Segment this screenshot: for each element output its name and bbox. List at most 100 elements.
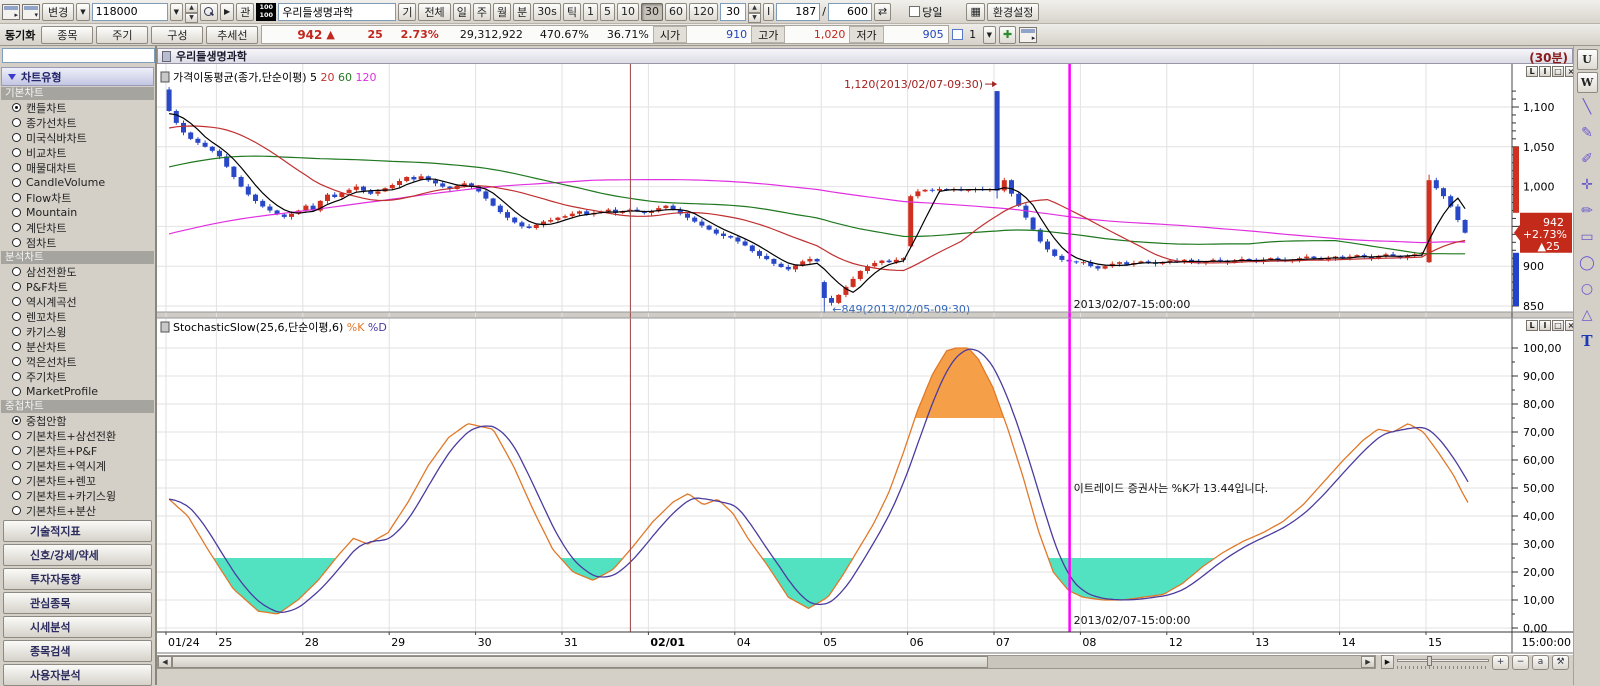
sidebar-menu-투자자동향[interactable]: 투자자동향 <box>3 568 152 590</box>
chart-type-option[interactable]: 캔들차트 <box>0 100 155 115</box>
scroll-left-icon[interactable]: ◀ <box>158 656 172 668</box>
chart-type-option[interactable]: CandleVolume <box>0 175 155 190</box>
price-and-stochastic-chart[interactable]: 1,120(2013/02/07-09:30)←849(2013/02/05-0… <box>157 64 1573 655</box>
ellipse-tool-icon[interactable]: ◯ <box>1576 251 1598 275</box>
minute-button-60[interactable]: 60 <box>665 3 687 21</box>
sidebar-menu-신호/강세/약세[interactable]: 신호/강세/약세 <box>3 544 152 566</box>
chart-type-option[interactable]: 꺽은선차트 <box>0 354 155 369</box>
tool-button-W[interactable]: W <box>1577 72 1598 93</box>
window-switch-icon[interactable]: ▸ <box>1019 27 1037 43</box>
panel-button-L[interactable]: L <box>1526 66 1538 77</box>
pen-tool-icon[interactable]: ✐ <box>1576 147 1598 171</box>
gwan-button[interactable]: 관 <box>236 3 254 21</box>
stock-name-input[interactable] <box>278 3 396 21</box>
triangle-tool-icon[interactable]: △ <box>1576 303 1598 327</box>
interval-stepper[interactable]: ▲▼ <box>748 3 761 21</box>
zoom-auto-button[interactable]: a <box>1532 655 1549 670</box>
chart-type-option[interactable]: 기본차트+삼선전환 <box>0 428 155 443</box>
chart-type-option[interactable]: 기본차트+역시계 <box>0 458 155 473</box>
save-icon[interactable]: ▦ <box>966 3 984 21</box>
chart-type-option[interactable]: 역시계곡선 <box>0 294 155 309</box>
minute-button-120[interactable]: 120 <box>689 3 718 21</box>
chart-type-option[interactable]: 비교차트 <box>0 145 155 160</box>
play-button[interactable]: ▶ <box>220 3 234 21</box>
add-indicator-button[interactable]: ✚ <box>999 26 1016 44</box>
gi-button[interactable]: 기 <box>398 3 416 21</box>
chart-type-option[interactable]: 매물대차트 <box>0 160 155 175</box>
dangil-checkbox[interactable] <box>909 6 920 17</box>
scrollbar-track[interactable] <box>988 656 1361 668</box>
period-button-틱[interactable]: 틱 <box>563 3 581 21</box>
line-tool-icon[interactable]: ╲ <box>1576 95 1598 119</box>
pencil-tool-icon[interactable]: ✎ <box>1576 121 1598 145</box>
panel-button-I[interactable]: I <box>1539 66 1551 77</box>
bars-visible-input[interactable] <box>776 3 820 21</box>
zoom-out-button[interactable]: − <box>1512 655 1529 670</box>
bar-width-slider[interactable] <box>1397 655 1489 669</box>
chart-type-option[interactable]: Flow차트 <box>0 190 155 205</box>
chart-type-option[interactable]: MarketProfile <box>0 384 155 399</box>
settings-button[interactable]: 환경설정 <box>987 3 1039 21</box>
move-cross-tool-icon[interactable]: ✛ <box>1576 173 1598 197</box>
chart-type-option[interactable]: 기본차트+P&F <box>0 443 155 458</box>
sidebar-search-input[interactable] <box>2 48 155 63</box>
scroll-right-icon[interactable]: ▶ <box>1361 656 1375 668</box>
chart-type-option[interactable]: 계단차트 <box>0 220 155 235</box>
circle-tool-icon[interactable]: ○ <box>1576 277 1598 301</box>
panel-button-□[interactable]: □ <box>1552 66 1564 77</box>
bars-total-input[interactable] <box>828 3 872 21</box>
quote-button-추세선[interactable]: 추세선 <box>206 26 258 44</box>
horizontal-scrollbar[interactable]: ◀ ▶ <box>157 655 1376 669</box>
panel-button-I[interactable]: I <box>1539 320 1551 331</box>
sidebar-menu-종목검색[interactable]: 종목검색 <box>3 640 152 662</box>
chart-type-panel-header[interactable]: 차트유형 <box>1 67 154 86</box>
sidebar-menu-관심종목[interactable]: 관심종목 <box>3 592 152 614</box>
quote-button-종목[interactable]: 종목 <box>41 26 93 44</box>
chart-type-option[interactable]: 종가선차트 <box>0 115 155 130</box>
scale-100-icon[interactable]: 100100 <box>256 3 276 21</box>
minute-button-5[interactable]: 5 <box>600 3 615 21</box>
chart-type-option[interactable]: 미국식바차트 <box>0 130 155 145</box>
all-button[interactable]: 전체 <box>418 3 450 21</box>
chart-type-option[interactable]: 분산차트 <box>0 339 155 354</box>
quote-button-주기[interactable]: 주기 <box>96 26 148 44</box>
stock-code-input[interactable] <box>92 3 168 21</box>
sidebar-menu-기술적지표[interactable]: 기술적지표 <box>3 520 152 542</box>
count-checkbox[interactable] <box>952 29 963 40</box>
chart-type-option[interactable]: 렌꼬차트 <box>0 309 155 324</box>
count-dropdown-icon[interactable]: ▼ <box>983 26 996 44</box>
chart-type-option[interactable]: 카기스윙 <box>0 324 155 339</box>
marker-tool-icon[interactable]: ✏ <box>1576 199 1598 223</box>
panel-button-□[interactable]: □ <box>1552 320 1564 331</box>
chart-type-option[interactable]: 중첩안함 <box>0 413 155 428</box>
chart-type-option[interactable]: 기본차트+카기스윙 <box>0 488 155 503</box>
period-button-주[interactable]: 주 <box>473 3 491 21</box>
code-dropdown-icon[interactable]: ▼ <box>170 3 183 21</box>
window-dock-icon[interactable]: ▾ <box>22 4 40 20</box>
chart-type-option[interactable]: 기본차트+분산 <box>0 503 155 518</box>
text-tool-icon[interactable]: T <box>1576 329 1598 353</box>
window-layout-icon[interactable]: ▸ <box>2 4 20 20</box>
expand-right-icon[interactable]: ▶ <box>1381 655 1394 669</box>
chart-type-option[interactable]: Mountain <box>0 205 155 220</box>
minute-button-10[interactable]: 10 <box>617 3 639 21</box>
chart-type-option[interactable]: 주기차트 <box>0 369 155 384</box>
tool-button-U[interactable]: U <box>1577 49 1598 70</box>
panel-button-L[interactable]: L <box>1526 320 1538 331</box>
quote-button-구성[interactable]: 구성 <box>151 26 203 44</box>
minute-button-30[interactable]: 30 <box>641 3 663 21</box>
change-dropdown-icon[interactable]: ▼ <box>76 3 89 21</box>
chart-type-option[interactable]: 기본차트+렌꼬 <box>0 473 155 488</box>
compress-axis-icon[interactable]: ⇄ <box>874 3 891 21</box>
change-button[interactable]: 변경 <box>42 3 74 21</box>
bar-i-button[interactable]: I <box>763 3 774 21</box>
sidebar-menu-사용자분석[interactable]: 사용자분석 <box>3 664 152 686</box>
interval-input[interactable] <box>720 3 746 21</box>
chart-settings-wrench-button[interactable]: ⚒ <box>1552 655 1569 670</box>
chart-type-option[interactable]: 점차트 <box>0 235 155 250</box>
scrollbar-thumb[interactable] <box>172 656 988 668</box>
chart-type-option[interactable]: P&F차트 <box>0 279 155 294</box>
search-button[interactable] <box>200 3 218 21</box>
chart-type-option[interactable]: 삼선전환도 <box>0 264 155 279</box>
period-button-월[interactable]: 월 <box>493 3 511 21</box>
